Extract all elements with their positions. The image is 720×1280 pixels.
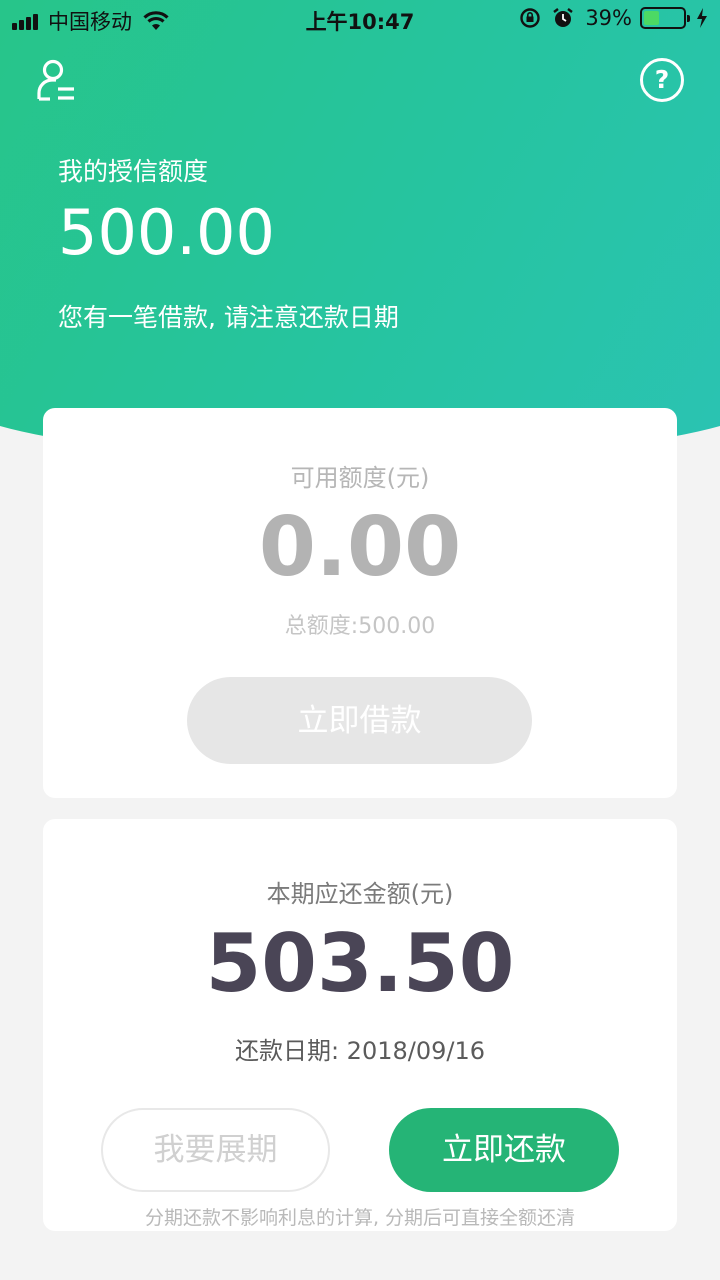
app-screen: 中国移动 上午10:47 39% ? 我的授信额度 500.00 您有一笔借款,…	[0, 0, 720, 1280]
credit-amount: 500.00	[58, 196, 275, 269]
alarm-icon	[553, 8, 574, 27]
available-credit-card: 可用额度(元) 0.00 总额度:500.00 立即借款	[43, 408, 677, 798]
status-right: 39%	[519, 6, 708, 30]
repay-amount: 503.50	[205, 917, 515, 1010]
loan-notice: 您有一笔借款, 请注意还款日期	[58, 303, 399, 332]
repay-now-button[interactable]: 立即还款	[389, 1108, 619, 1192]
battery-fill	[644, 11, 659, 25]
repayment-card: 本期应还金额(元) 503.50 还款日期: 2018/09/16 我要展期 立…	[43, 819, 677, 1231]
installment-note: 分期还款不影响利息的计算, 分期后可直接全额还清	[144, 1207, 576, 1229]
profile-button[interactable]	[36, 58, 76, 106]
battery-percent: 39%	[585, 6, 632, 30]
total-credit: 总额度:500.00	[284, 614, 436, 639]
battery-icon	[640, 7, 690, 29]
borrow-now-button[interactable]: 立即借款	[187, 677, 532, 764]
repay-amount-label: 本期应还金额(元)	[266, 880, 454, 908]
charging-icon	[697, 8, 707, 28]
available-amount: 0.00	[258, 500, 462, 595]
extend-button[interactable]: 我要展期	[101, 1108, 330, 1192]
credit-label: 我的授信额度	[58, 157, 209, 186]
available-label: 可用额度(元)	[290, 464, 430, 492]
user-icon	[37, 59, 74, 101]
repay-due-date: 还款日期: 2018/09/16	[234, 1037, 486, 1065]
orientation-lock-icon	[520, 8, 541, 28]
help-icon[interactable]: ?	[640, 58, 684, 102]
status-bar: 中国移动 上午10:47 39%	[0, 0, 720, 40]
